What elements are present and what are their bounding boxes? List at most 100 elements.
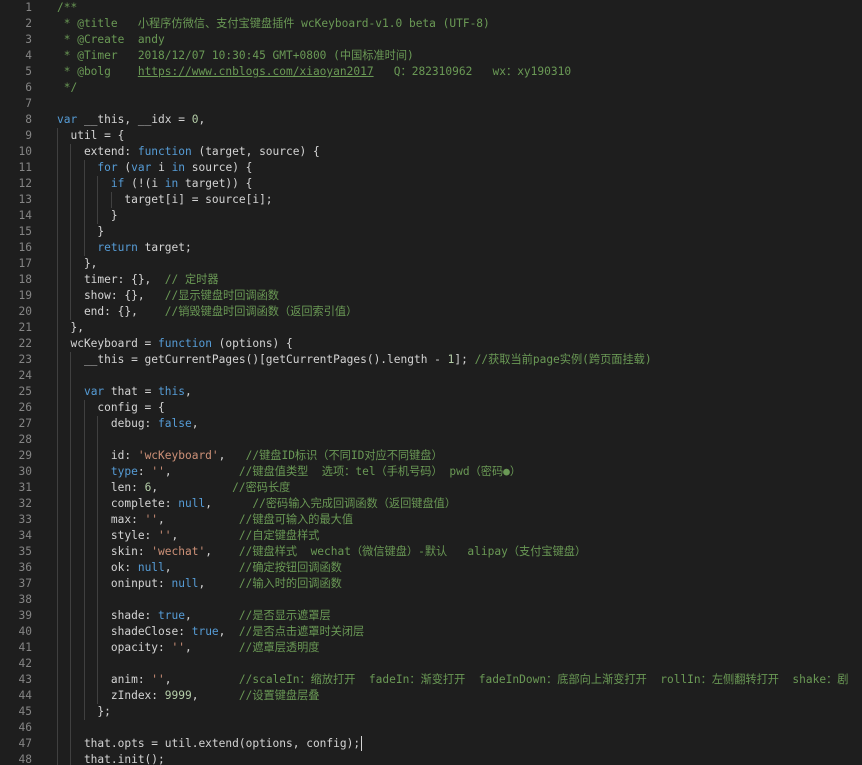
line-number: 42: [18, 657, 32, 670]
code-token: ,: [164, 673, 239, 686]
code-token: Q：282310962 wx：xy190310: [373, 65, 572, 78]
code-line[interactable]: 1 /**: [0, 0, 862, 16]
code-line[interactable]: 34 style: '', //自定键盘样式: [0, 528, 862, 544]
code-text: return target;: [57, 240, 192, 256]
code-line[interactable]: 28: [0, 432, 862, 448]
code-line[interactable]: 47 that.opts = util.extend(options, conf…: [0, 736, 862, 752]
code-token: '': [144, 513, 159, 526]
code-line[interactable]: 2 * @title 小程序仿微信、支付宝键盘插件 wcKeyboard-v1.…: [0, 16, 862, 32]
code-line[interactable]: 8 var __this, __idx = 0,: [0, 112, 862, 128]
line-number: 17: [18, 257, 32, 270]
code-line[interactable]: 14 }: [0, 208, 862, 224]
code-line[interactable]: 22 wcKeyboard = function (options) {: [0, 336, 862, 352]
code-token: end: {},: [57, 305, 165, 318]
code-line[interactable]: 41 opacity: '', //遮罩层透明度: [0, 640, 862, 656]
code-token: target)) {: [178, 177, 253, 190]
code-line[interactable]: 15 }: [0, 224, 862, 240]
code-token: ,: [218, 449, 246, 462]
code-line[interactable]: 17 },: [0, 256, 862, 272]
code-token: true: [191, 625, 219, 638]
code-line[interactable]: 13 target[i] = source[i];: [0, 192, 862, 208]
code-line[interactable]: 23 __this = getCurrentPages()[getCurrent…: [0, 352, 862, 368]
code-line[interactable]: 39 shade: true, //是否显示遮罩层: [0, 608, 862, 624]
code-line[interactable]: 6 */: [0, 80, 862, 96]
code-text: /**: [57, 0, 77, 16]
code-token: in: [171, 161, 186, 174]
code-line[interactable]: 26 config = {: [0, 400, 862, 416]
line-number: 10: [18, 145, 32, 158]
code-token: //确定按钮回调函数: [238, 561, 342, 574]
code-line[interactable]: 43 anim: '', //scaleIn：缩放打开 fadeIn：渐变打开 …: [0, 672, 862, 688]
line-number: 21: [18, 321, 32, 334]
code-line[interactable]: 48 that.init();: [0, 752, 862, 765]
code-line[interactable]: 25 var that = this,: [0, 384, 862, 400]
code-line[interactable]: 42: [0, 656, 862, 672]
line-number: 47: [18, 737, 32, 750]
code-token: :: [137, 465, 152, 478]
code-token: for: [97, 161, 118, 174]
code-text: show: {}, //显示键盘时回调函数: [57, 288, 279, 304]
code-text: target[i] = source[i];: [57, 192, 272, 208]
code-line[interactable]: 10 extend: function (target, source) {: [0, 144, 862, 160]
code-line[interactable]: 35 skin: 'wechat', //键盘样式 wechat（微信键盘）-默…: [0, 544, 862, 560]
code-line[interactable]: 7: [0, 96, 862, 112]
code-line[interactable]: 33 max: '', //键盘可输入的最大值: [0, 512, 862, 528]
code-token: (!(i: [124, 177, 165, 190]
code-line[interactable]: 46: [0, 720, 862, 736]
line-number: 31: [18, 481, 32, 494]
code-line[interactable]: 37 oninput: null, //输入时的回调函数: [0, 576, 862, 592]
code-token: type: [110, 465, 138, 478]
code-token: /**: [57, 1, 78, 14]
code-line[interactable]: 30 type: '', //键盘值类型 选项：tel（手机号码） pwd（密码…: [0, 464, 862, 480]
code-line[interactable]: 27 debug: false,: [0, 416, 862, 432]
line-number: 7: [25, 97, 32, 110]
code-token: if: [110, 177, 125, 190]
code-line[interactable]: 24: [0, 368, 862, 384]
line-number: 43: [18, 673, 32, 686]
code-token: __this, __idx =: [77, 113, 192, 126]
code-token: skin:: [57, 545, 152, 558]
code-line[interactable]: 12 if (!(i in target)) {: [0, 176, 862, 192]
code-line[interactable]: 44 zIndex: 9999, //设置键盘层叠: [0, 688, 862, 704]
code-line[interactable]: 20 end: {}, //销毁键盘时回调函数（返回索引值）: [0, 304, 862, 320]
code-editor[interactable]: 1 /** 2 * @title 小程序仿微信、支付宝键盘插件 wcKeyboard…: [0, 0, 862, 765]
code-line[interactable]: 5 * @bolg https://www.cnblogs.com/xiaoya…: [0, 64, 862, 80]
code-token: //是否点击遮罩时关闭层: [238, 625, 365, 638]
code-line[interactable]: 45 };: [0, 704, 862, 720]
code-line[interactable]: 29 id: 'wcKeyboard', //键盘ID标识（不同ID对应不同键盘…: [0, 448, 862, 464]
code-line[interactable]: 18 timer: {}, // 定时器: [0, 272, 862, 288]
line-number: 38: [18, 593, 32, 606]
code-token: //自定键盘样式: [238, 529, 320, 542]
code-line[interactable]: 4 * @Timer 2018/12/07 10:30:45 GMT+0800 …: [0, 48, 862, 64]
code-line[interactable]: 19 show: {}, //显示键盘时回调函数: [0, 288, 862, 304]
code-line[interactable]: 9 util = {: [0, 128, 862, 144]
code-token: complete:: [57, 497, 179, 510]
code-token: config = {: [57, 401, 165, 414]
code-token: //是否显示遮罩层: [238, 609, 331, 622]
code-token: target;: [137, 241, 192, 254]
code-token: id:: [57, 449, 138, 462]
code-text: anim: '', //scaleIn：缩放打开 fadeIn：渐变打开 fad…: [57, 672, 849, 688]
line-number: 36: [18, 561, 32, 574]
code-link[interactable]: https://www.cnblogs.com/xiaoyan2017: [138, 65, 374, 78]
line-number: 16: [18, 241, 32, 254]
code-line[interactable]: 31 len: 6, //密码长度: [0, 480, 862, 496]
indent-guide: [97, 592, 99, 608]
code-line[interactable]: 3 * @Create andy: [0, 32, 862, 48]
code-text: shadeClose: true, //是否点击遮罩时关闭层: [57, 624, 364, 640]
code-line[interactable]: 11 for (var i in source) {: [0, 160, 862, 176]
line-number: 25: [18, 385, 32, 398]
code-token: ,: [158, 513, 239, 526]
code-line[interactable]: 36 ok: null, //确定按钮回调函数: [0, 560, 862, 576]
code-line[interactable]: 21 },: [0, 320, 862, 336]
code-line[interactable]: 40 shadeClose: true, //是否点击遮罩时关闭层: [0, 624, 862, 640]
line-number: 13: [18, 193, 32, 206]
code-line[interactable]: 32 complete: null, //密码输入完成回调函数（返回键盘值）: [0, 496, 862, 512]
code-line[interactable]: 38: [0, 592, 862, 608]
line-number: 37: [18, 577, 32, 590]
code-line[interactable]: 16 return target;: [0, 240, 862, 256]
code-token: util = {: [57, 129, 125, 142]
